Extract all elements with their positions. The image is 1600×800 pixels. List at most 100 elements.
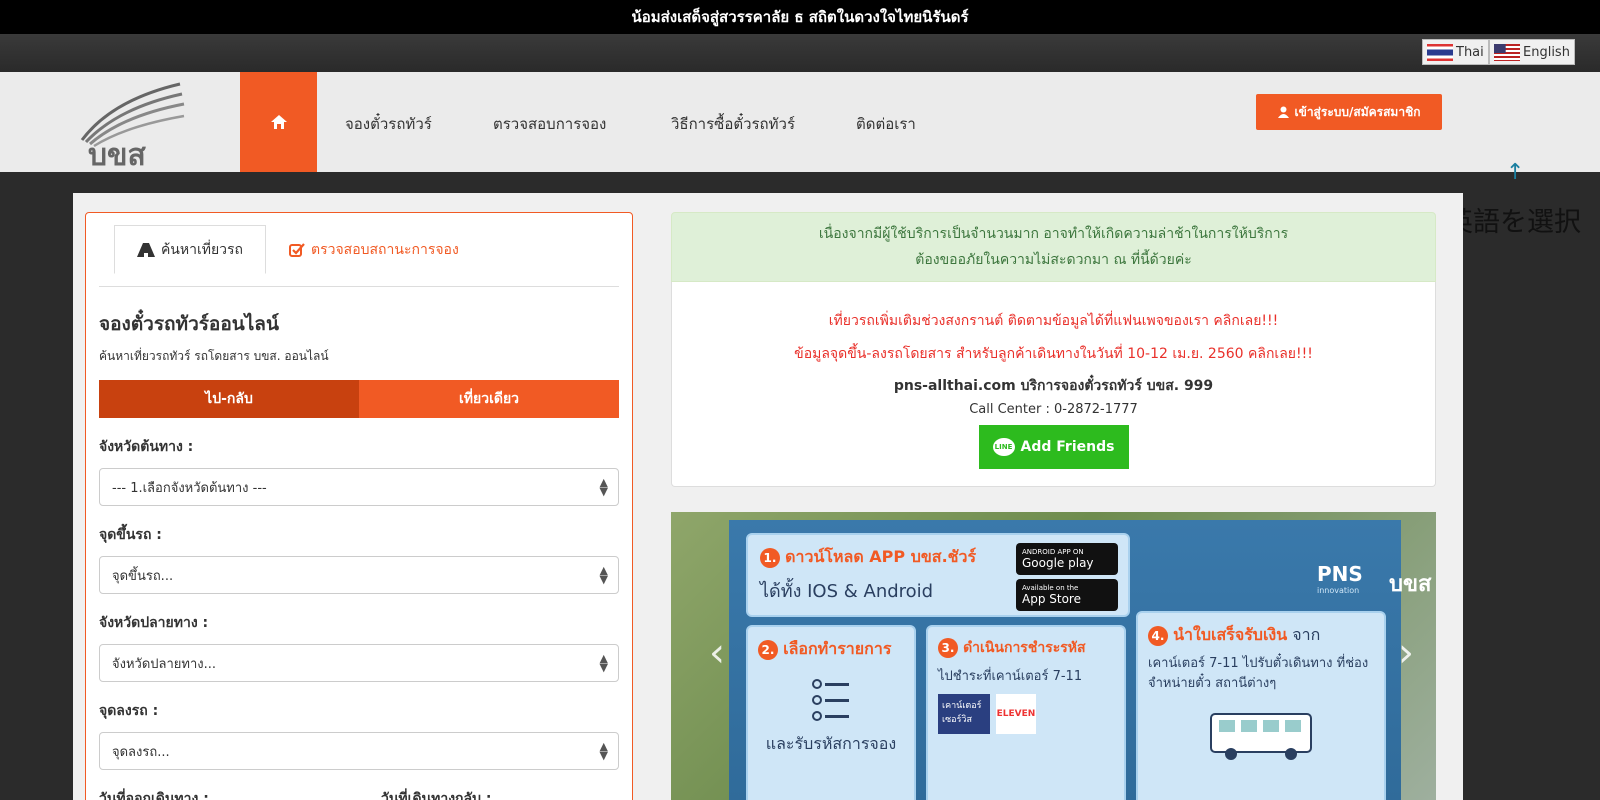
step-3-title: ดำเนินการชำระรหัส: [963, 640, 1086, 656]
songkran-extra-trips-link[interactable]: เที่ยวรถเพิ่มเติมช่วงสงกรานต์ ติดตามข้อม…: [672, 282, 1435, 332]
step-4-title-tail: จาก: [1292, 625, 1321, 644]
origin-province-label: จังหวัดต้นทาง :: [99, 439, 194, 455]
date-labels-row: วันที่ออกเดินทาง : วันที่เดินทางกลับ :: [99, 788, 619, 800]
step-4-number: 4.: [1148, 626, 1168, 646]
nav-check-booking[interactable]: ตรวจสอบการจอง: [493, 112, 606, 136]
round-trip-button[interactable]: ไป-กลับ: [99, 380, 359, 418]
seven-eleven-logo: ELEVEN: [996, 694, 1036, 734]
main-navbar: บขส จองตั๋วรถทัวร์ ตรวจสอบการจอง วิธีการ…: [0, 72, 1600, 238]
notice-line-1: เนื่องจากมีผู้ใช้บริการเป็นจำนวนมาก อาจท…: [818, 226, 1289, 242]
form-subtitle: ค้นหาเที่ยวรถทัวร์ รถโดยสาร บขส. ออนไลน์: [99, 349, 329, 363]
dropoff-point-value: จุดลงรถ...: [112, 744, 170, 760]
google-play-badge[interactable]: ANDROID APP ON Google play: [1016, 543, 1118, 575]
call-center-text: Call Center : 0-2872-1777: [969, 402, 1138, 417]
destination-province-select[interactable]: จังหวัดปลายทาง... ▲ ▼: [99, 644, 619, 682]
pns-innovation-logo: PNS innovation บขส: [1317, 534, 1436, 604]
banner-next-chevron-icon[interactable]: ›: [1398, 630, 1414, 676]
origin-province-value: --- 1.เลือกจังหวัดต้นทาง ---: [112, 480, 267, 496]
login-register-button[interactable]: เข้าสู่ระบบ/สมัครสมาชิก: [1256, 94, 1442, 130]
google-play-label: Google play: [1022, 556, 1094, 570]
destination-province-value: จังหวัดปลายทาง...: [112, 656, 217, 672]
language-bar: Thai English: [0, 34, 1600, 72]
nav-book-ticket[interactable]: จองตั๋วรถทัวร์: [345, 112, 432, 136]
pns-site-text: pns-allthai.com บริการจองตั๋วรถทัวร์ บขส…: [893, 378, 1214, 394]
english-language-label: English: [1523, 44, 1570, 60]
app-store-label: App Store: [1022, 592, 1081, 606]
select-arrows-icon: ▲ ▼: [599, 476, 608, 498]
list-icon: [812, 679, 849, 721]
nav-how-to-buy[interactable]: วิธีการซื้อตั๋วรถทัวร์: [671, 112, 795, 136]
return-date-label: วันที่เดินทางกลับ :: [381, 791, 492, 800]
depart-date-label: วันที่ออกเดินทาง :: [99, 791, 209, 800]
us-flag-icon: [1494, 43, 1520, 61]
annotation-arrow: ↑: [1506, 160, 1525, 185]
step-2-title: เลือกทำรายการ: [783, 639, 892, 658]
nav-contact[interactable]: ติดต่อเรา: [856, 112, 916, 136]
app-store-badge[interactable]: Available on the App Store: [1016, 579, 1118, 611]
pickup-dropoff-info-link[interactable]: ข้อมูลจุดขึ้น-ลงรถโดยสาร สำหรับลูกค้าเดิ…: [672, 343, 1435, 365]
thai-language-label: Thai: [1456, 44, 1484, 60]
app-store-small: Available on the: [1022, 584, 1079, 592]
select-arrows-icon: ▲ ▼: [599, 652, 608, 674]
step-4-subtitle: เคาน์เตอร์ 7-11 ไปรับตั๋วเดินทาง ที่ช่อง…: [1148, 656, 1369, 691]
home-icon: [270, 115, 287, 129]
select-arrows-icon: ▲ ▼: [599, 564, 608, 586]
counter-logos: เคาน์เตอร์ เซอร์วิส ELEVEN: [938, 694, 1114, 734]
pickup-point-select[interactable]: จุดขึ้นรถ... ▲ ▼: [99, 556, 619, 594]
bus-icon: [1210, 713, 1312, 760]
home-button[interactable]: [240, 72, 317, 172]
banner-step-2: 2. เลือกทำรายการ และรับรหัสการจอง: [746, 625, 916, 800]
form-title: จองตั๋วรถทัวร์ออนไลน์: [99, 313, 279, 335]
counter-service-logo: เคาน์เตอร์ เซอร์วิส: [938, 694, 990, 734]
origin-province-select[interactable]: --- 1.เลือกจังหวัดต้นทาง --- ▲ ▼: [99, 468, 619, 506]
dropoff-point-select[interactable]: จุดลงรถ... ▲ ▼: [99, 732, 619, 770]
step-1-title: ดาวน์โหลด APP บขส.ชัวร์: [785, 547, 977, 566]
how-to-book-banner[interactable]: 1. ดาวน์โหลด APP บขส.ชัวร์ ได้ทั้ง IOS &…: [671, 512, 1436, 800]
dropoff-point-label: จุดลงรถ :: [99, 703, 159, 719]
english-language-button[interactable]: English: [1489, 39, 1575, 65]
step-2-subtitle: และรับรหัสการจอง: [765, 734, 897, 753]
road-icon: [136, 242, 155, 257]
bks-logo[interactable]: บขส: [72, 80, 192, 173]
banner-step-4: 4. นำใบเสร็จรับเงิน จาก เคาน์เตอร์ 7-11 …: [1136, 611, 1386, 800]
trip-type-toggle: ไป-กลับ เที่ยวเดียว: [99, 380, 619, 418]
pns-logo-bks-text: บขส: [1389, 572, 1432, 597]
line-icon: LINE: [992, 438, 1015, 456]
thai-flag-icon: [1427, 43, 1453, 61]
login-register-label: เข้าสู่ระบบ/สมัครสมาชิก: [1294, 104, 1421, 119]
step-2-number: 2.: [758, 640, 778, 660]
line-add-friends-button[interactable]: LINE Add Friends: [978, 425, 1129, 469]
tab-search-trips-label: ค้นหาเที่ยวรถ: [160, 241, 244, 258]
bks-logo-text: บขส: [88, 138, 146, 173]
thai-language-button[interactable]: Thai: [1422, 39, 1489, 65]
pickup-point-value: จุดขึ้นรถ...: [112, 568, 174, 584]
banner-prev-chevron-icon[interactable]: ‹: [709, 630, 725, 676]
add-friends-label: Add Friends: [1020, 439, 1115, 455]
tab-search-trips[interactable]: ค้นหาเที่ยวรถ: [114, 225, 266, 274]
memorial-banner: น้อมส่งเสด็จสู่สวรรคาลัย ธ สถิตในดวงใจไท…: [0, 0, 1600, 34]
tab-check-status-label: ตรวจสอบสถานะการจอง: [311, 242, 459, 258]
annotation-text: 英語を選択: [1446, 207, 1581, 238]
step-3-number: 3.: [938, 638, 958, 658]
notice-line-2: ต้องขออภัยในความไม่สะดวกมา ณ ที่นี้ด้วยค…: [915, 252, 1192, 268]
step-3-subtitle: ไปชำระที่เคาน์เตอร์ 7-11: [938, 669, 1083, 684]
destination-province-label: จังหวัดปลายทาง :: [99, 615, 209, 631]
tab-check-status[interactable]: ตรวจสอบสถานะการจอง: [289, 239, 459, 261]
search-tabs: ค้นหาเที่ยวรถ ตรวจสอบสถานะการจอง: [99, 225, 619, 287]
pickup-point-label: จุดขึ้นรถ :: [99, 527, 162, 543]
checkbox-icon: [289, 243, 305, 257]
service-delay-notice: เนื่องจากมีผู้ใช้บริการเป็นจำนวนมาก อาจท…: [671, 212, 1436, 282]
one-way-button[interactable]: เที่ยวเดียว: [359, 380, 619, 418]
banner-step-1: 1. ดาวน์โหลด APP บขส.ชัวร์ ได้ทั้ง IOS &…: [746, 533, 1130, 617]
select-arrows-icon: ▲ ▼: [599, 740, 608, 762]
pns-subtext: innovation: [1317, 586, 1360, 595]
banner-panel: 1. ดาวน์โหลด APP บขส.ชัวร์ ได้ทั้ง IOS &…: [729, 520, 1431, 800]
step-4-title: นำใบเสร็จรับเงิน: [1173, 625, 1288, 644]
info-column: เนื่องจากมีผู้ใช้บริการเป็นจำนวนมาก อาจท…: [671, 212, 1436, 487]
step-1-number: 1.: [760, 548, 780, 568]
google-play-small: ANDROID APP ON: [1022, 548, 1084, 556]
pns-text: PNS: [1317, 562, 1363, 586]
info-card: เที่ยวรถเพิ่มเติมช่วงสงกรานต์ ติดตามข้อม…: [671, 282, 1436, 487]
user-icon: [1277, 106, 1289, 118]
content-container: ค้นหาเที่ยวรถ ตรวจสอบสถานะการจอง จองตั๋ว…: [73, 193, 1463, 800]
